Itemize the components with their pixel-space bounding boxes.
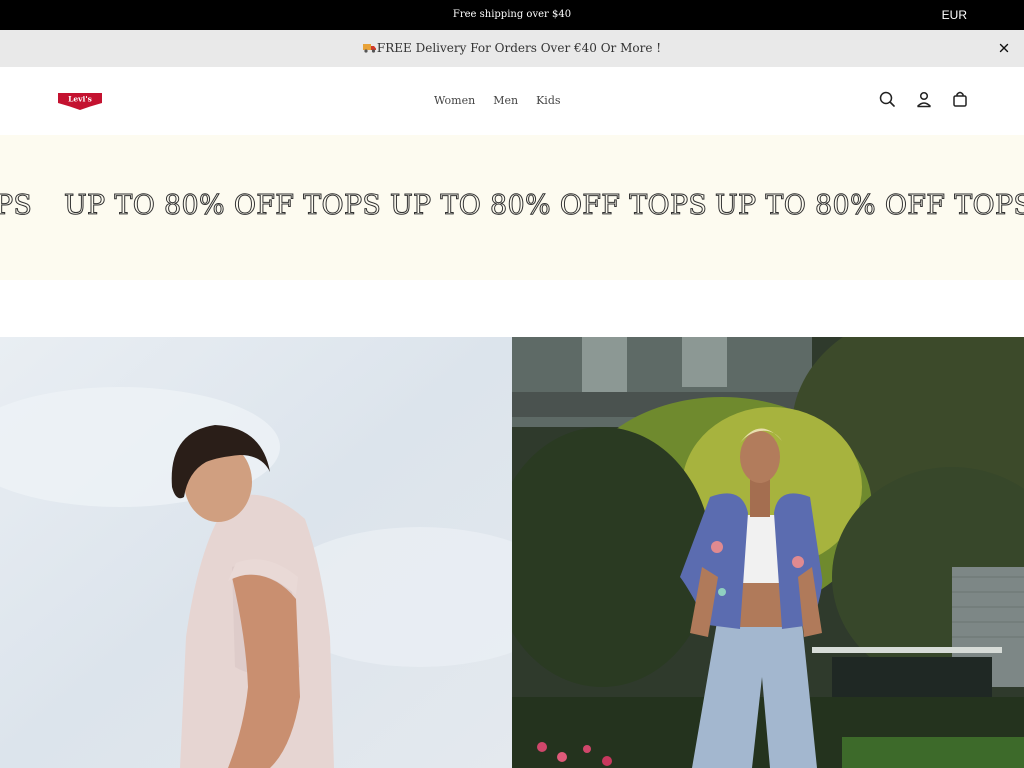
hero-image-men[interactable] <box>0 337 512 768</box>
account-icon[interactable] <box>915 90 933 108</box>
svg-text:Levi's: Levi's <box>68 95 92 104</box>
main-nav: Women Men Kids <box>434 94 561 108</box>
search-icon[interactable] <box>878 90 896 108</box>
marquee-text: UP TO 80% OFF TOPS <box>0 190 33 222</box>
currency-selector[interactable]: EUR <box>942 0 967 30</box>
promo-marquee: UP TO 80% OFF TOPS UP TO 80% OFF TOPS UP… <box>0 135 1024 280</box>
announcement-text: FREE Delivery For Orders Over €40 Or Mor… <box>376 41 662 55</box>
close-icon[interactable] <box>998 42 1010 54</box>
marquee-text: UP TO 80% OFF TOPS <box>389 190 708 222</box>
cart-icon[interactable] <box>951 90 969 108</box>
nav-men[interactable]: Men <box>493 94 518 108</box>
announcement-bar: FREE Delivery For Orders Over €40 Or Mor… <box>0 30 1024 67</box>
shipping-message: Free shipping over $40 <box>452 9 572 20</box>
section-spacer <box>0 280 1024 337</box>
announcement-text-wrap: FREE Delivery For Orders Over €40 Or Mor… <box>0 30 1024 67</box>
marquee-text: UP TO 80% OFF TOPS <box>714 190 1024 222</box>
levis-logo[interactable]: Levi's <box>57 91 103 111</box>
marquee-text: UP TO 80% OFF TOPS <box>63 190 382 222</box>
nav-kids[interactable]: Kids <box>536 94 560 108</box>
truck-icon <box>362 44 376 53</box>
site-header: Levi's Women Men Kids <box>0 67 1024 135</box>
hero-image-women[interactable] <box>512 337 1024 768</box>
nav-women[interactable]: Women <box>434 94 475 108</box>
hero-women-photo <box>512 337 1024 768</box>
top-bar: Free shipping over $40 EUR <box>0 0 1024 30</box>
hero-men-photo <box>0 337 512 768</box>
